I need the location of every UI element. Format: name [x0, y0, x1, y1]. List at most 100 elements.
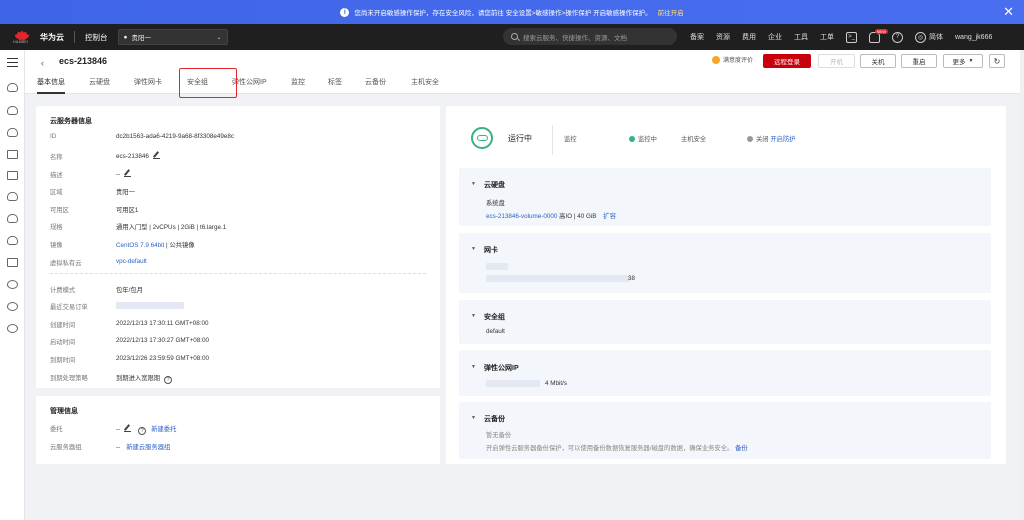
collapse-icon[interactable]: ▼ [471, 364, 476, 370]
tab-monitoring[interactable]: 监控 [291, 77, 305, 94]
value-launched: 2022/12/13 17:30:27 GMT+08:00 [116, 337, 209, 344]
system-disk-row: ecs-213846-volume-0000 高IO | 40 GiB 扩容 [486, 213, 616, 220]
section-divider [50, 273, 426, 274]
tab-eip[interactable]: 弹性公网IP [232, 77, 267, 94]
eip-address-redacted[interactable] [486, 380, 540, 387]
collapse-icon[interactable]: ▼ [471, 415, 476, 421]
collapse-icon[interactable]: ▼ [471, 313, 476, 319]
more-button[interactable]: 更多 ▼ [943, 54, 983, 68]
value-expiry-policy: 到期进入宽限期? [116, 373, 173, 384]
nav-resources[interactable]: 资源 [716, 32, 730, 42]
close-icon[interactable]: ✕ [1003, 4, 1014, 20]
region-select[interactable]: ● 贵阳一 ⌄ [117, 29, 228, 45]
help-icon[interactable]: ? [164, 376, 173, 384]
restart-button[interactable]: 重启 [901, 54, 937, 68]
tab-basic-info[interactable]: 基本信息 [37, 77, 65, 94]
search-input[interactable]: 搜索云服务、快捷操作、资源、文档 [503, 28, 677, 45]
new-badge: NEW [874, 28, 888, 34]
order-value-redacted[interactable] [116, 302, 184, 309]
help-icon[interactable]: ? [892, 31, 903, 43]
nic-suffix[interactable]: 38 [628, 275, 635, 282]
language-label[interactable]: 简体 [929, 32, 943, 42]
collapse-icon[interactable]: ▼ [471, 181, 476, 187]
globe-icon[interactable]: ◎ [915, 31, 926, 43]
nav-beian[interactable]: 备案 [690, 32, 704, 42]
nav-enterprise[interactable]: 企业 [768, 32, 782, 42]
analytics-icon[interactable] [7, 150, 18, 159]
info-icon: i [340, 7, 350, 17]
value-agency: --? 新建委托 [116, 425, 177, 435]
document-icon[interactable] [7, 171, 18, 180]
security-warning-banner: i 您尚未开启敏感操作保护，存在安全风险，请您前往 安全设置>敏感操作>操作保护… [0, 0, 1024, 24]
tab-cbr[interactable]: 云备份 [365, 77, 386, 94]
volume-link[interactable]: ecs-213846-volume-0000 [486, 213, 557, 220]
cloud-service-icon[interactable] [7, 83, 18, 92]
brain-icon[interactable] [7, 302, 18, 311]
image-link[interactable]: CentOS 7.9 64bit [116, 242, 164, 249]
value-created: 2022/12/13 17:30:11 GMT+08:00 [116, 320, 209, 327]
nav-tickets[interactable]: 工单 [820, 32, 834, 42]
tab-nic[interactable]: 弹性网卡 [134, 77, 162, 94]
page-title: ecs-213846 [59, 56, 108, 66]
top-header: HUAWEI 华为云 控制台 ● 贵阳一 ⌄ 搜索云服务、快捷操作、资源、文档 … [0, 24, 1024, 50]
nic-value-redacted[interactable] [486, 275, 630, 282]
management-info-card [36, 396, 440, 464]
edit-agency-icon[interactable] [124, 425, 132, 432]
anchor-icon[interactable] [7, 258, 18, 267]
cloud-icon [476, 135, 488, 141]
vpc-link[interactable]: vpc-default [116, 258, 147, 265]
shield-icon[interactable] [7, 280, 18, 289]
storage-icon[interactable] [7, 128, 18, 137]
security-group-link[interactable]: default [486, 328, 505, 335]
globe-icon[interactable] [7, 324, 18, 333]
cloud-icon[interactable] [7, 192, 18, 201]
start-button[interactable]: 开机 [818, 54, 855, 68]
value-expiry: 2023/12/26 23:59:59 GMT+08:00 [116, 355, 209, 362]
nav-tools[interactable]: 工具 [794, 32, 808, 42]
network-icon[interactable] [7, 214, 18, 223]
tab-hss[interactable]: 主机安全 [411, 77, 439, 94]
refresh-icon: ↻ [993, 56, 1001, 66]
hss-label: 主机安全 [681, 136, 707, 143]
enable-protection-link[interactable]: 开启防护 [770, 136, 795, 143]
huawei-logo[interactable]: HUAWEI [12, 30, 32, 44]
help-icon[interactable]: ? [138, 427, 147, 435]
management-info-title: 管理信息 [50, 408, 78, 415]
ecs-icon[interactable] [7, 106, 18, 115]
terminal-icon[interactable]: >_ [846, 31, 857, 43]
satisfaction-rating[interactable]: 满意度评价 [712, 55, 753, 64]
refresh-button[interactable]: ↻ [989, 54, 1005, 68]
console-link[interactable]: 控制台 [85, 32, 108, 43]
brand-name[interactable]: 华为云 [40, 32, 64, 43]
tab-evs[interactable]: 云硬盘 [89, 77, 110, 94]
edit-description-icon[interactable] [124, 170, 132, 177]
eip-section [459, 350, 991, 396]
back-icon[interactable]: ‹ [41, 58, 44, 68]
user-menu[interactable]: wang_jk666 [955, 34, 992, 41]
bell-icon[interactable]: NEW [869, 28, 888, 43]
banner-enable-link[interactable]: 前往开启 [658, 7, 684, 17]
create-agency-link[interactable]: 新建委托 [151, 426, 176, 433]
collapse-icon[interactable]: ▼ [471, 246, 476, 252]
nav-billing[interactable]: 费用 [742, 32, 756, 42]
remote-login-button[interactable]: 远程登录 [763, 54, 811, 68]
security-group-section [459, 300, 991, 344]
scrollbar[interactable] [1020, 50, 1024, 520]
label-vpc: 虚拟私有云 [50, 260, 82, 267]
expand-link[interactable]: 扩容 [603, 213, 616, 220]
eip-title: 弹性公网IP [484, 365, 519, 372]
database-icon[interactable] [7, 236, 18, 245]
label-name: 名称 [50, 154, 63, 161]
running-status-ring [471, 127, 493, 149]
edit-name-icon[interactable] [152, 152, 160, 159]
create-server-group-link[interactable]: 新建云服务器组 [126, 444, 170, 451]
backup-link[interactable]: 备份 [735, 445, 748, 452]
label-created: 创建时间 [50, 322, 76, 329]
menu-icon[interactable] [7, 58, 18, 67]
tab-tags[interactable]: 标签 [328, 77, 342, 94]
shutdown-button[interactable]: 关机 [860, 54, 896, 68]
security-group-tab-highlight [179, 68, 237, 98]
system-disk-label: 系统盘 [486, 200, 505, 207]
backup-status: 暂无备份 [486, 432, 512, 439]
value-region: 贵阳一 [116, 189, 135, 196]
